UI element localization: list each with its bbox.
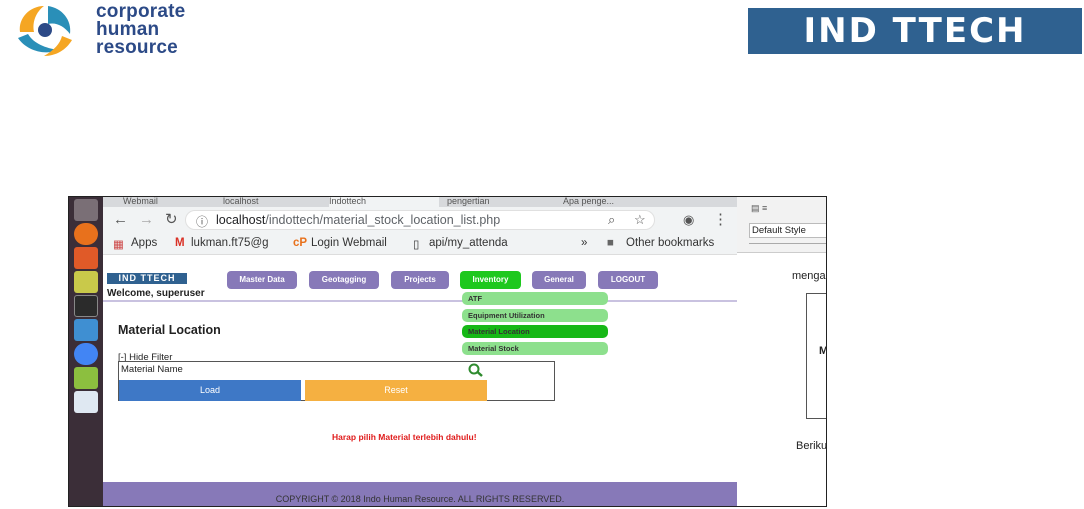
site-logo[interactable]: IND TTECH — [107, 273, 187, 284]
folder-icon: ■ — [607, 237, 614, 249]
reset-button[interactable]: Reset — [305, 380, 487, 401]
document-icon[interactable] — [74, 391, 98, 413]
page-title: Material Location — [118, 323, 221, 337]
forward-icon[interactable]: → — [139, 211, 154, 229]
url-text: localhost/indottech/material_stock_locat… — [216, 213, 500, 227]
more-bookmarks[interactable]: » — [581, 237, 587, 249]
format-icon[interactable]: ▤ ≡ — [751, 203, 767, 214]
tab-apa-penge[interactable]: Apa penge... — [563, 197, 673, 207]
apps-grid-icon: ▦ — [113, 239, 124, 251]
reload-icon[interactable]: ↻ — [165, 211, 178, 229]
cpanel-icon: cP — [293, 237, 308, 249]
page-footer: COPYRIGHT © 2018 Indo Human Resource. AL… — [103, 482, 737, 506]
bookmarks-bar: ▦ Apps M lukman.ft75@g cP Login Webmail … — [103, 233, 737, 255]
tab-webmail[interactable]: Webmail — [123, 197, 213, 207]
extension-icon[interactable]: ◉ — [683, 211, 694, 229]
bookmark-gmail[interactable]: lukman.ft75@g — [191, 237, 269, 249]
tab-localhost[interactable]: localhost — [223, 197, 323, 207]
tab-indottech[interactable]: Indottech — [329, 197, 439, 207]
alert-message: Harap pilih Material terlebih dahulu! — [332, 432, 477, 442]
menu-inventory[interactable]: Inventory — [460, 271, 521, 289]
chrome-icon[interactable] — [74, 343, 98, 365]
back-icon[interactable]: ← — [113, 211, 128, 229]
browser-toolbar: ← → ↻ ⓘ localhost/indottech/material_sto… — [103, 207, 737, 233]
bookmark-webmail[interactable]: Login Webmail — [311, 237, 387, 249]
welcome-text: Welcome, superuser — [107, 288, 205, 299]
site-info-icon[interactable]: ⓘ — [196, 213, 208, 230]
gmail-icon: M — [175, 237, 185, 249]
indottech-logo-text: IND TTECH — [803, 11, 1027, 51]
dropdown-material-location[interactable]: Material Location — [462, 325, 608, 338]
url-host: localhost — [216, 213, 266, 227]
menu-general[interactable]: General — [532, 271, 586, 289]
page: corporate human resource IND TTECH Webma… — [0, 0, 1084, 509]
tab-strip: Webmail localhost Indottech pengertian A… — [103, 197, 737, 207]
ubuntu-launcher — [69, 197, 103, 506]
dropdown-equipment-utilization[interactable]: Equipment Utilization — [462, 309, 608, 322]
address-bar[interactable]: ⓘ localhost/indottech/material_stock_loc… — [185, 210, 655, 230]
bookmark-star-icon[interactable]: ☆ — [634, 212, 646, 228]
dropdown-atf[interactable]: ATF — [462, 292, 608, 305]
chrome-window: Webmail localhost Indottech pengertian A… — [103, 197, 737, 506]
dropdown-material-stock[interactable]: Material Stock — [462, 342, 608, 355]
menu-master-data[interactable]: Master Data — [227, 271, 297, 289]
system-monitor-icon[interactable] — [74, 271, 98, 293]
firefox-icon[interactable] — [74, 223, 98, 245]
tab-pengertian[interactable]: pengertian — [447, 197, 557, 207]
filter-panel: Material Name Load Reset — [118, 361, 555, 401]
hands-logo-icon — [18, 6, 72, 56]
zoom-icon[interactable]: ⌕ — [608, 212, 615, 228]
menu-logout[interactable]: LOGOUT — [598, 271, 658, 289]
bookmark-apps[interactable]: Apps — [131, 237, 157, 249]
logo-line-3: resource — [96, 37, 178, 58]
doc-text-m: M — [819, 345, 826, 357]
bookmark-other[interactable]: Other bookmarks — [626, 237, 714, 249]
paragraph-style-select[interactable]: Default Style — [749, 223, 826, 238]
web-page: IND TTECH Welcome, superuser Master Data… — [103, 255, 737, 506]
url-path: /indottech/material_stock_location_list.… — [265, 213, 501, 227]
document-editor-pane: ▤ ≡ Default Style menga M Beriku — [737, 197, 827, 506]
doc-text-menga: menga — [792, 270, 826, 282]
software-center-icon[interactable] — [74, 247, 98, 269]
bookmark-api[interactable]: api/my_attenda — [429, 237, 508, 249]
doc-text-beriku: Beriku — [796, 440, 827, 452]
header-divider — [103, 300, 737, 302]
page-icon: ▯ — [413, 239, 420, 251]
search-icon[interactable] — [468, 363, 484, 377]
corporate-human-resource-logo: corporate human resource — [14, 2, 214, 58]
material-name-label: Material Name — [121, 364, 183, 375]
ruler[interactable] — [749, 243, 826, 251]
files-icon[interactable] — [74, 199, 98, 221]
terminal-icon[interactable] — [74, 295, 98, 317]
logo-wordmark: corporate human resource — [96, 2, 185, 58]
menu-projects[interactable]: Projects — [391, 271, 449, 289]
menu-geotagging[interactable]: Geotagging — [309, 271, 379, 289]
desktop-screenshot: Webmail localhost Indottech pengertian A… — [68, 196, 827, 507]
load-button[interactable]: Load — [119, 380, 301, 401]
menu-kebab-icon[interactable]: ⋮ — [713, 211, 728, 229]
browser-icon[interactable] — [74, 319, 98, 341]
editor-toolbar: ▤ ≡ Default Style — [737, 197, 826, 253]
indottech-logo: IND TTECH — [748, 8, 1082, 54]
image-viewer-icon[interactable] — [74, 367, 98, 389]
